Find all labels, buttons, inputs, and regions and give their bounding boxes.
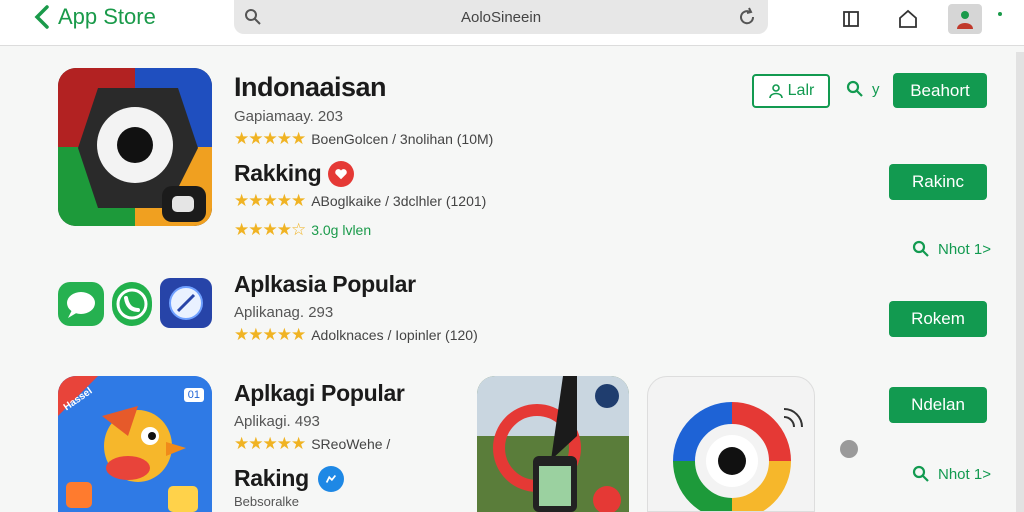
lalr-label: Lalr xyxy=(787,82,815,99)
rating-text-3: 3.0g lvlen xyxy=(311,222,372,238)
rakinc-button[interactable]: Rakinc xyxy=(889,164,987,200)
star-rating-icon: ★★★★★ xyxy=(234,191,306,210)
rating-text-4: Adolknaces / Iopinler (120) xyxy=(311,327,478,343)
phone-screen-icon xyxy=(477,376,629,512)
search-icon xyxy=(245,9,261,25)
refresh-icon[interactable] xyxy=(736,6,758,28)
section-subtitle-1: Gapiamaay. 203 xyxy=(234,108,343,125)
section-subtitle-3: Aplikanag. 293 xyxy=(234,304,334,321)
phone-app-icon[interactable] xyxy=(477,376,629,512)
chat-bubble-icon xyxy=(67,292,95,318)
section-subtitle-5: Bebsoralke xyxy=(234,494,300,509)
heart-badge-icon xyxy=(328,161,354,187)
star-rating-icon: ★★★★☆ xyxy=(234,220,306,239)
top-bar: App Store AoloSineein xyxy=(0,0,1024,46)
url-bar[interactable]: AoloSineein xyxy=(234,0,768,34)
menu-dot[interactable] xyxy=(998,12,1002,16)
back-button[interactable]: App Store xyxy=(32,4,156,30)
next-link-2[interactable]: Nhot 1> xyxy=(912,465,991,483)
beahort-button[interactable]: Beahort xyxy=(893,73,987,108)
search-y-label: y xyxy=(872,80,880,98)
home-icon[interactable] xyxy=(895,6,921,32)
search-y-link[interactable]: y xyxy=(846,80,880,98)
avatar[interactable] xyxy=(948,4,982,34)
phone-icon xyxy=(116,288,148,320)
section-title-2: Rakking xyxy=(234,160,322,186)
bookmark-icon[interactable] xyxy=(838,6,864,32)
star-rating-icon: ★★★★★ xyxy=(234,325,306,344)
rating-row-3: ★★★★☆ 3.0g lvlen xyxy=(234,220,371,240)
next-label-1: Nhot 1> xyxy=(938,240,991,258)
safari-app-icon[interactable] xyxy=(160,278,212,328)
chevron-left-icon xyxy=(34,5,49,29)
rating-row-5: ★★★★★ SReoWehe / xyxy=(234,434,390,454)
search-icon xyxy=(912,240,929,257)
rating-row-4: ★★★★★ Adolknaces / Iopinler (120) xyxy=(234,325,478,345)
search-icon xyxy=(846,80,863,97)
user-icon xyxy=(768,84,783,99)
section-title-5: Raking xyxy=(234,465,309,491)
pin-icon xyxy=(673,402,803,511)
star-rating-icon: ★★★★★ xyxy=(234,129,306,148)
section-title-4: Aplkagi Popular xyxy=(234,380,405,406)
rating-text-2: ABoglkaike / 3dclhler (1201) xyxy=(311,193,487,209)
user-icon xyxy=(957,11,973,29)
section-title-1: Indonaaisan xyxy=(234,72,387,102)
rokem-button[interactable]: Rokem xyxy=(889,301,987,337)
search-icon xyxy=(912,465,929,482)
star-rating-icon: ★★★★★ xyxy=(234,434,306,453)
rating-text-1: BoenGolcen / 3nolihan (10M) xyxy=(311,131,494,147)
app-icon-camera[interactable] xyxy=(58,68,212,226)
url-text: AoloSineein xyxy=(460,8,542,26)
compass-icon xyxy=(169,286,203,320)
ndelan-button[interactable]: Ndelan xyxy=(889,387,987,423)
messenger-badge-icon xyxy=(318,466,344,492)
whatsapp-app-icon[interactable] xyxy=(112,282,152,326)
bird-game-app-icon[interactable]: Hassel 01 xyxy=(58,376,212,512)
next-label-2: Nhot 1> xyxy=(938,465,991,483)
rating-row-1: ★★★★★ BoenGolcen / 3nolihan (10M) xyxy=(234,129,493,149)
corner-tag: 01 xyxy=(183,388,204,402)
loading-indicator-icon xyxy=(840,440,858,458)
messages-app-icon[interactable] xyxy=(58,282,104,326)
section-title-3: Aplkasia Popular xyxy=(234,271,416,297)
rating-text-5: SReoWehe / xyxy=(311,436,391,452)
section-subtitle-4: Aplikagi. 493 xyxy=(234,413,320,430)
lalr-button[interactable]: Lalr xyxy=(752,74,830,108)
back-label: App Store xyxy=(58,4,156,29)
google-app-icon[interactable] xyxy=(647,376,815,512)
rating-row-2: ★★★★★ ABoglkaike / 3dclhler (1201) xyxy=(234,191,486,211)
scrollbar[interactable] xyxy=(1016,52,1024,512)
camera-app-icon xyxy=(58,68,212,226)
next-link-1[interactable]: Nhot 1> xyxy=(912,240,991,258)
